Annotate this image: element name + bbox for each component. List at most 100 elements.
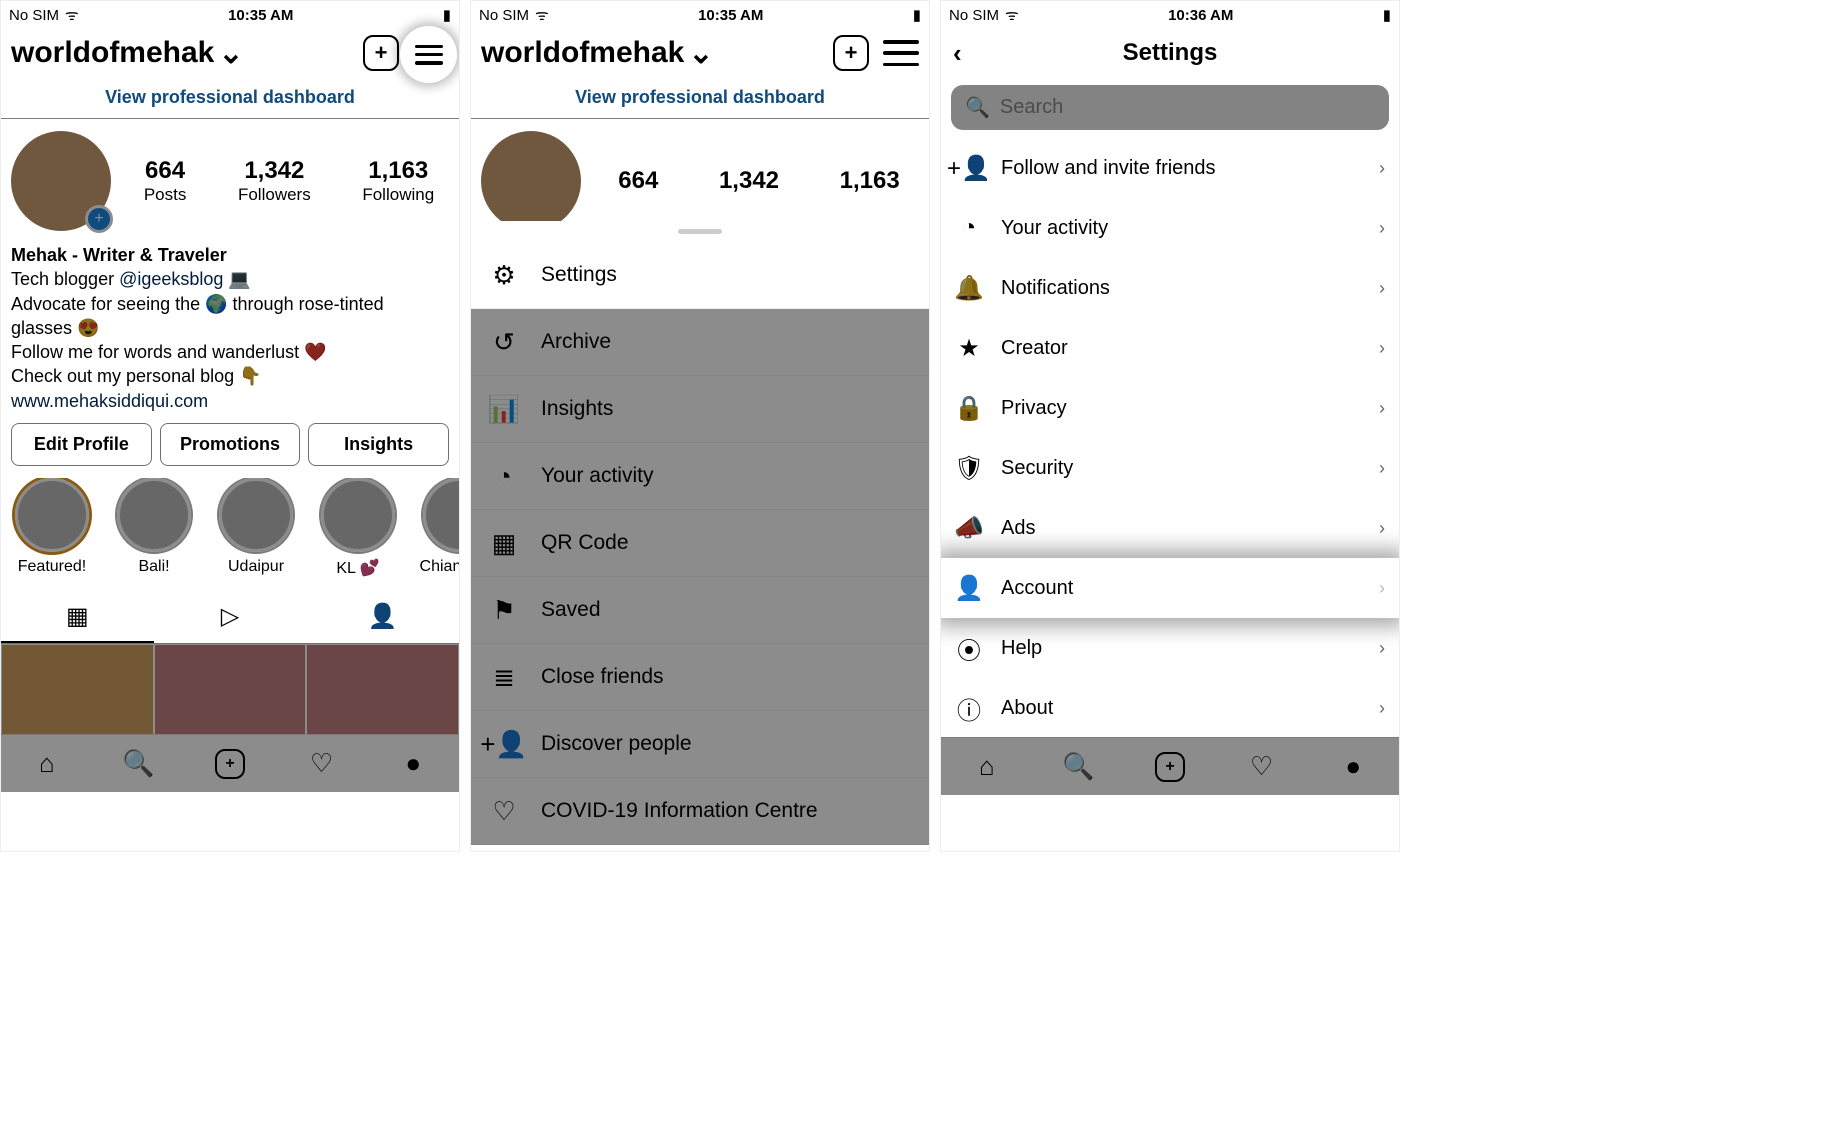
menu-item-icon: ≣ [489,662,519,692]
nav-activity[interactable]: ♡ [1247,752,1277,782]
tab-reels[interactable]: ▷ [154,592,307,643]
promotions-button[interactable]: Promotions [160,423,301,466]
screen-profile: No SIM ᯤ 10:35 AM ▮ worldofmehak⌄ + View… [0,0,460,852]
nav-activity[interactable]: ♡ [307,749,337,779]
settings-item-notifications[interactable]: 🔔 Notifications › [941,258,1399,318]
story-item: Bali! [113,478,195,578]
menu-item-icon: ↺ [489,327,519,357]
settings-item-label: Privacy [1001,397,1067,420]
story-item: KL 💕 [317,478,399,578]
stat-posts[interactable]: 664Posts [144,157,187,205]
menu-sheet: ⚙ Settings ↺ Archive 📊 Insights ◔ Your activity… [471,221,929,852]
sheet-handle[interactable] [678,229,722,234]
menu-item-icon: ⚙ [489,260,519,290]
create-button[interactable]: + [363,35,399,71]
nav-search[interactable]: 🔍 [123,749,153,779]
menu-item-close-friends[interactable]: ≣Close friends [471,644,929,711]
settings-item-label: Notifications [1001,277,1110,300]
menu-item-insights[interactable]: 📊 Insights [471,376,929,443]
nav-home[interactable]: ⌂ [972,752,1002,782]
battery-icon: ▮ [443,6,451,24]
chevron-down-icon: ⌄ [218,36,243,71]
settings-item-icon: 🔔 [955,274,983,302]
bio-block: Mehak - Writer & Traveler Tech blogger @… [1,243,459,423]
story-item: Udaipur [215,478,297,578]
carrier-label: No SIM [9,7,59,24]
menu-item-saved[interactable]: ⚑Saved [471,577,929,644]
settings-item-privacy[interactable]: 🔒Privacy› [941,378,1399,438]
menu-item-qr-code[interactable]: ▦QR Code [471,510,929,577]
bottom-nav: ⌂ 🔍 + ♡ ● [1,734,459,792]
settings-item-about[interactable]: ⓘAbout› [941,678,1399,738]
menu-item-covid-information-centre[interactable]: ♡COVID-19 Information Centre [471,778,929,845]
settings-item-account[interactable]: 👤 Account › [941,558,1399,618]
settings-header: ‹ Settings [941,29,1399,77]
settings-item-icon: ◔ [955,214,983,242]
menu-item-your-activity[interactable]: ◔ Your activity [471,443,929,510]
chevron-right-icon: › [1379,578,1385,599]
settings-item-label: Your activity [1001,217,1108,240]
reels-icon: ▷ [221,603,239,630]
menu-item-settings[interactable]: ⚙ Settings [471,242,929,309]
nav-search[interactable]: 🔍 [1063,752,1093,782]
nav-create[interactable]: + [1155,752,1185,782]
nav-home[interactable]: ⌂ [32,749,62,779]
back-button[interactable]: ‹ [953,38,962,69]
settings-item-creator[interactable]: ★Creator› [941,318,1399,378]
plus-icon: + [375,40,388,66]
menu-item-label: Your activity [541,464,653,488]
menu-item-label: Insights [541,397,613,421]
settings-item-icon: 📣 [955,514,983,542]
menu-item-icon: ▦ [489,528,519,558]
highlight-menu-button[interactable] [400,26,457,83]
settings-item-icon: ⓘ [955,694,983,722]
menu-item-discover-people[interactable]: +👤Discover people [471,711,929,778]
mention-link[interactable]: @igeeksblog [119,269,223,289]
menu-item-label: COVID-19 Information Centre [541,799,818,823]
chevron-right-icon: › [1379,158,1385,179]
settings-item-label: Follow and invite friends [1001,157,1216,180]
stat-followers[interactable]: 1,342Followers [238,157,311,205]
settings-item-security[interactable]: 🛡Security› [941,438,1399,498]
settings-item-icon: 🛡 [955,454,983,482]
menu-item-icon: 📊 [489,394,519,424]
story-item: Featured! [11,478,93,578]
nav-profile[interactable]: ● [1338,752,1368,782]
tab-tagged[interactable]: 👤 [306,592,459,643]
professional-dashboard-link[interactable]: View professional dashboard [1,77,459,119]
settings-item-label: Account [1001,577,1073,600]
search-input[interactable]: 🔍 Search [951,85,1389,130]
menu-item-label: Archive [541,330,611,354]
menu-item-label: Settings [541,263,617,287]
avatar[interactable]: + [11,131,111,231]
nav-create[interactable]: + [215,749,245,779]
nav-profile[interactable]: ● [398,749,428,779]
settings-item-icon: 👤 [955,574,983,602]
search-placeholder: Search [1000,96,1063,119]
chevron-right-icon: › [1379,278,1385,299]
chevron-right-icon: › [1379,698,1385,719]
settings-item-icon: ⦿ [955,634,983,662]
settings-item-follow-and-invite-friends[interactable]: +👤Follow and invite friends› [941,138,1399,198]
bio-link[interactable]: www.mehaksiddiqui.com [11,389,449,413]
menu-item-archive[interactable]: ↺ Archive [471,309,929,376]
settings-item-label: Security [1001,457,1073,480]
stat-following[interactable]: 1,163Following [362,157,434,205]
add-story-badge[interactable]: + [85,205,113,233]
menu-item-label: Saved [541,598,601,622]
menu-item-label: Discover people [541,732,692,756]
settings-item-label: Ads [1001,517,1035,540]
insights-button[interactable]: Insights [308,423,449,466]
story-item: Chiang Mai [419,478,459,578]
settings-item-your-activity[interactable]: ◔Your activity› [941,198,1399,258]
wifi-icon: ᯤ [65,5,79,25]
edit-profile-button[interactable]: Edit Profile [11,423,152,466]
story-highlights[interactable]: Featured! Bali! Udaipur KL 💕 Chiang Mai [1,478,459,578]
settings-item-help[interactable]: ⦿Help› [941,618,1399,678]
tab-grid[interactable]: ▦ [1,592,154,643]
settings-item-icon: 🔒 [955,394,983,422]
status-bar: No SIM ᯤ 10:35 AM ▮ [1,1,459,29]
username-dropdown[interactable]: worldofmehak⌄ [11,36,244,71]
settings-item-ads[interactable]: 📣Ads› [941,498,1399,558]
menu-item-icon: ◔ [489,461,519,491]
